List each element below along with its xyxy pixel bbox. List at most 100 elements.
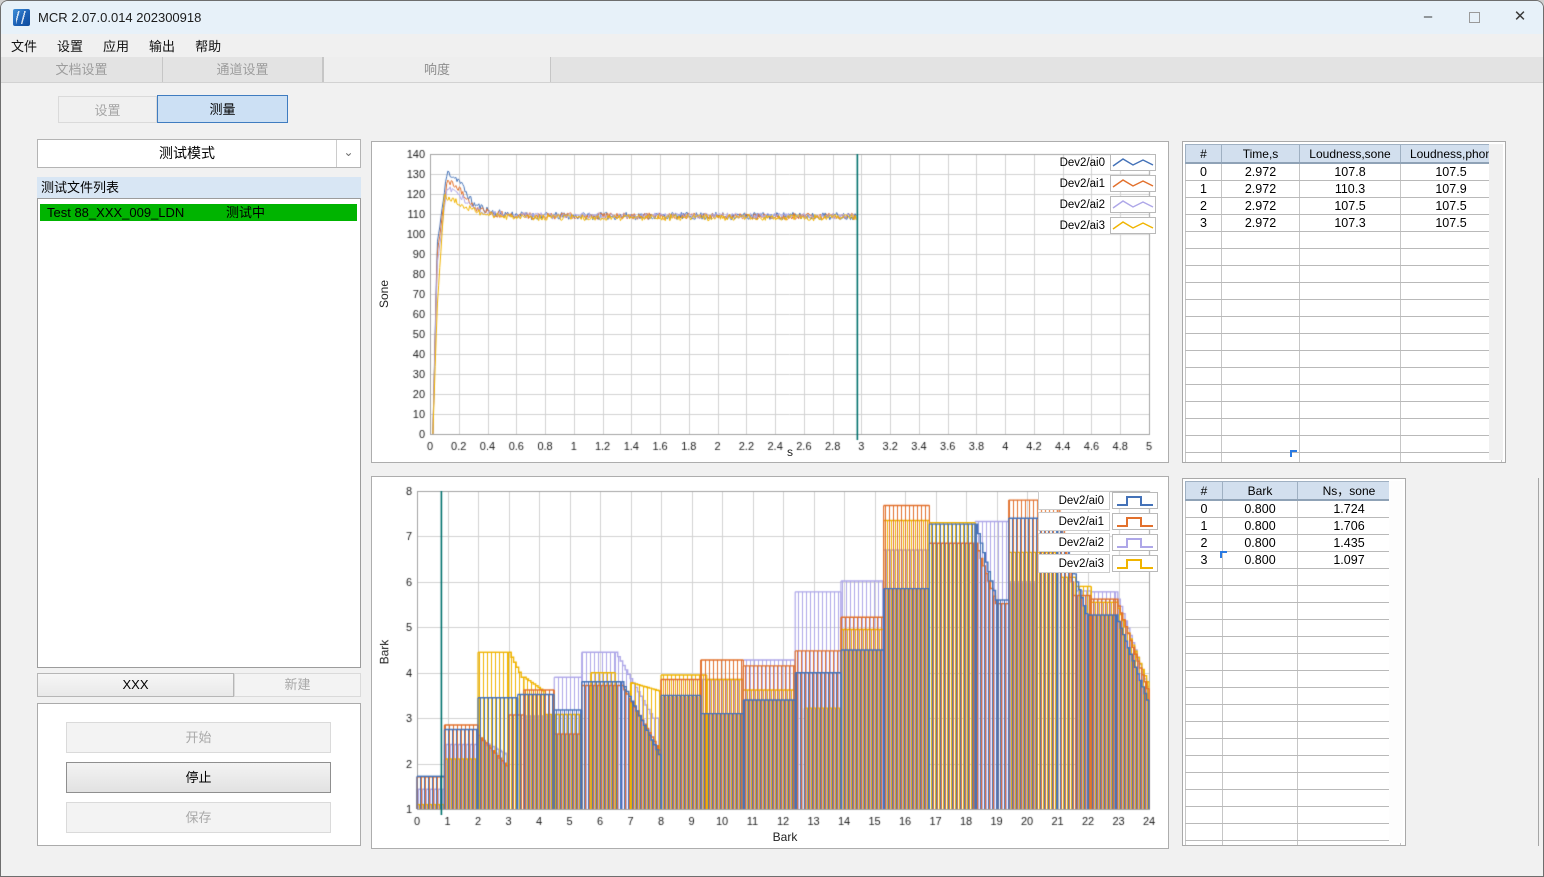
menu-settings[interactable]: 设置 (47, 36, 93, 55)
table-cell: 2 (1185, 197, 1222, 215)
table-cell (1185, 452, 1222, 462)
table-cell: 1.435 (1297, 534, 1401, 552)
table-row (1185, 367, 1502, 385)
file-list-header: 测试文件列表 (37, 177, 361, 198)
table-cell: 2 (1185, 534, 1223, 552)
window-title: MCR 2.07.0.014 202300918 (38, 10, 202, 25)
menu-apply[interactable]: 应用 (93, 36, 139, 55)
table-cell (1221, 248, 1300, 266)
table-cell (1222, 755, 1298, 773)
table-cell (1221, 231, 1300, 249)
table-scroll-area (1389, 481, 1403, 843)
menu-output[interactable]: 输出 (139, 36, 185, 55)
table-cell (1185, 231, 1222, 249)
table-cell (1185, 282, 1222, 300)
table-cell: 3 (1185, 214, 1222, 232)
table-cell (1185, 299, 1222, 317)
maximize-button[interactable] (1451, 1, 1497, 33)
table-cell (1185, 585, 1223, 603)
tab-channel-settings[interactable]: 通道设置 (163, 57, 323, 82)
table-row (1185, 350, 1502, 368)
table-row: 1 0.800 1.706 (1185, 517, 1401, 535)
stop-button[interactable]: 停止 (66, 762, 331, 793)
save-button[interactable]: 保存 (66, 802, 331, 833)
menu-help[interactable]: 帮助 (185, 36, 231, 55)
test-mode-dropdown[interactable]: 测试模式 ⌄ (37, 139, 361, 168)
table-cell: 1.724 (1297, 500, 1401, 518)
close-button[interactable]: ✕ (1497, 1, 1543, 33)
panel-splitter[interactable] (1538, 478, 1539, 846)
table-row (1185, 333, 1502, 351)
table-cell (1299, 333, 1401, 351)
legend-label: Dev2/ai0 (1038, 491, 1110, 510)
series-line-icon (1110, 217, 1156, 234)
chevron-down-icon[interactable]: ⌄ (336, 140, 360, 167)
table-cell (1297, 823, 1401, 841)
table-cell (1185, 806, 1223, 824)
test-file-list[interactable]: Test 88_XXX_009_LDN 测试中 (37, 198, 361, 668)
series-bar-icon (1112, 534, 1158, 551)
table-cell (1222, 772, 1298, 790)
table-cell (1297, 772, 1401, 790)
table-cell (1299, 401, 1401, 419)
new-button[interactable]: 新建 (234, 673, 361, 697)
table-cell (1185, 772, 1223, 790)
table-cell (1299, 231, 1401, 249)
table-row (1185, 299, 1502, 317)
table-scroll-area (1489, 144, 1503, 460)
table-cell: 0.800 (1222, 500, 1298, 518)
table-row (1185, 755, 1401, 773)
table-row (1185, 282, 1502, 300)
table-row (1185, 704, 1401, 722)
table-cell: 107.5 (1299, 197, 1401, 215)
subtab-measure[interactable]: 测量 (157, 95, 288, 123)
bottom-chart-legend: Dev2/ai0 Dev2/ai1 Dev2/ai2 Dev2/ai3 (1038, 490, 1158, 574)
col-header-bark: Bark (1222, 481, 1298, 501)
table-cell: 3 (1185, 551, 1223, 569)
table-cell (1222, 704, 1298, 722)
table-cell (1221, 435, 1300, 453)
table-cell (1185, 418, 1222, 436)
list-item-active-test[interactable]: Test 88_XXX_009_LDN 测试中 (40, 204, 357, 221)
legend-row: Dev2/ai3 (1038, 553, 1158, 574)
menu-file[interactable]: 文件 (1, 36, 47, 55)
table-cell: 0 (1185, 500, 1223, 518)
start-button[interactable]: 开始 (66, 722, 331, 753)
table-cell: 107.5 (1400, 214, 1502, 232)
cell-marker (1290, 450, 1297, 457)
series-line-icon (1110, 154, 1156, 171)
table-cell (1299, 367, 1401, 385)
table-cell (1400, 418, 1502, 436)
table-cell (1297, 755, 1401, 773)
table-row (1185, 687, 1401, 705)
table-row: 2 2.972 107.5 107.5 (1185, 197, 1502, 215)
table-row (1185, 452, 1502, 462)
col-header-loudness-phon: Loudness,phon (1400, 144, 1502, 164)
col-header-ns-sone: Ns，sone (1297, 481, 1401, 501)
table-cell (1221, 350, 1300, 368)
table-cell (1400, 282, 1502, 300)
table-cell (1400, 384, 1502, 402)
legend-row: Dev2/ai0 (1038, 490, 1158, 511)
table-cell (1222, 823, 1298, 841)
table-cell (1185, 435, 1222, 453)
minimize-button[interactable]: – (1405, 1, 1451, 33)
xxx-button[interactable]: XXX (37, 673, 234, 697)
table-row (1185, 721, 1401, 739)
subtab-settings[interactable]: 设置 (58, 96, 157, 123)
legend-label: Dev2/ai3 (1038, 554, 1110, 573)
table-row (1185, 619, 1401, 637)
series-bar-icon (1112, 492, 1158, 509)
table-cell: 1.097 (1297, 551, 1401, 569)
table-cell (1221, 384, 1300, 402)
legend-row: Dev2/ai2 (1037, 194, 1156, 215)
table-cell (1297, 840, 1401, 845)
table-cell (1222, 687, 1298, 705)
tab-loudness[interactable]: 响度 (323, 57, 551, 82)
table-cell (1400, 299, 1502, 317)
tab-document-settings[interactable]: 文档设置 (1, 57, 163, 82)
legend-label: Dev2/ai1 (1038, 512, 1110, 531)
table-cell: 1.706 (1297, 517, 1401, 535)
cell-marker (1220, 551, 1227, 558)
table-cell (1222, 636, 1298, 654)
